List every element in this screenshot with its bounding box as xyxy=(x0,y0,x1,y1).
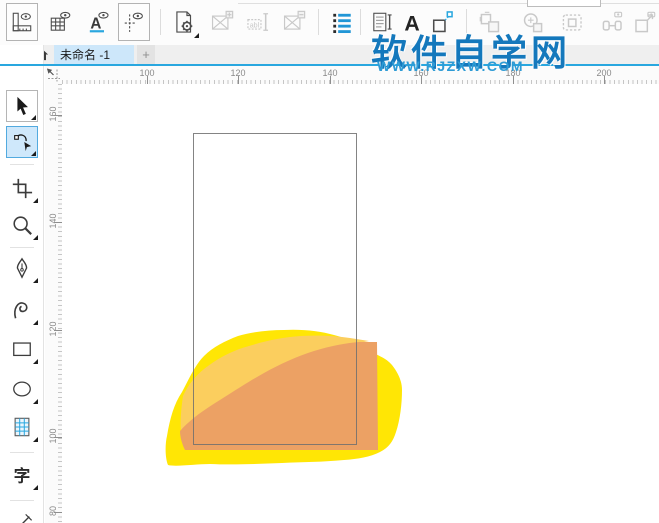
svg-text:字: 字 xyxy=(14,465,31,485)
plus-icon: + xyxy=(142,47,150,62)
toolbar-divider xyxy=(160,9,161,35)
grid-eye-icon xyxy=(50,11,71,31)
shape-node-icon xyxy=(14,134,32,152)
toolbar-divider xyxy=(360,9,361,35)
graph-paper-icon xyxy=(14,417,30,437)
ellipse-tool[interactable] xyxy=(5,373,39,405)
frame-plus-icon xyxy=(211,10,234,30)
document-options-button[interactable] xyxy=(168,5,200,39)
guideline-eye-icon xyxy=(124,12,143,32)
view-grid-toggle[interactable] xyxy=(44,5,76,39)
ruler-eye-icon xyxy=(12,12,32,32)
h-ruler-major-tick xyxy=(330,76,331,84)
view-rulers-toggle[interactable] xyxy=(6,3,38,41)
remove-frame-button xyxy=(278,5,310,39)
distribute-frames-button xyxy=(596,5,628,39)
rectangle-icon xyxy=(13,342,31,357)
crop-icon xyxy=(12,178,33,199)
h-ruler-major-tick xyxy=(421,76,422,84)
v-ruler-major-tick xyxy=(54,330,62,331)
toolbox-divider xyxy=(10,247,34,248)
pick-arrow-icon xyxy=(17,96,28,115)
h-ruler-major-tick xyxy=(513,76,514,84)
pen-tool[interactable] xyxy=(5,252,39,284)
magnifier-icon xyxy=(13,216,32,235)
rectangle-tool[interactable] xyxy=(5,333,39,365)
v-ruler-label: 100 xyxy=(48,428,58,444)
v-ruler-label: 80 xyxy=(48,506,58,517)
view-guidelines-toggle[interactable] xyxy=(118,3,150,41)
pick-tool[interactable] xyxy=(6,90,38,122)
toolbar-divider xyxy=(318,9,319,35)
frame-options-button[interactable] xyxy=(326,5,358,39)
pen-nib-icon xyxy=(16,257,28,279)
graph-paper-tool[interactable] xyxy=(5,411,39,443)
v-ruler-major-tick xyxy=(54,115,62,116)
svg-text:A: A xyxy=(90,16,101,33)
ruler-origin-icon xyxy=(47,68,60,82)
coreldraw-window: A abl A 未命名 -1 + 100 120 140 160 180 200… xyxy=(0,0,659,523)
text-frame-icon: abl xyxy=(247,13,269,31)
blue-list-icon xyxy=(333,13,351,34)
scale-frames-button xyxy=(630,5,658,39)
zoom-tool[interactable] xyxy=(5,209,39,241)
vertical-ruler-ticks xyxy=(58,84,62,523)
v-ruler-major-tick xyxy=(54,222,62,223)
watermark-url: WWW.RJZXW.COM xyxy=(377,58,525,74)
v-ruler-label: 120 xyxy=(48,321,58,337)
scale-camera-icon xyxy=(634,11,655,32)
h-ruler-major-tick xyxy=(147,76,148,84)
page-gear-icon xyxy=(176,11,193,33)
v-ruler-major-tick xyxy=(54,512,62,513)
new-document-tab-button[interactable]: + xyxy=(137,45,155,64)
v-ruler-label: 160 xyxy=(48,106,58,122)
ellipse-icon xyxy=(13,381,31,397)
crop-tool[interactable] xyxy=(5,172,39,204)
vertical-ruler[interactable]: 160 140 120 100 80 xyxy=(45,84,62,523)
v-ruler-label: 140 xyxy=(48,213,58,229)
svg-text:abl: abl xyxy=(250,21,260,29)
curve-tool[interactable] xyxy=(5,294,39,326)
drawing-canvas[interactable] xyxy=(62,84,659,523)
v-ruler-major-tick xyxy=(54,437,62,438)
text-tool[interactable]: 字 xyxy=(5,459,39,491)
toolbox-divider xyxy=(10,452,34,453)
text-tool-icon: 字 xyxy=(14,465,31,485)
view-text-frames-toggle[interactable]: A xyxy=(82,5,114,39)
artwork xyxy=(165,133,402,466)
toolbox-divider xyxy=(10,164,34,165)
horizontal-ruler-ticks xyxy=(62,80,659,84)
h-ruler-major-tick xyxy=(238,76,239,84)
shape-tool[interactable] xyxy=(6,126,38,158)
dimension-icon xyxy=(22,513,33,523)
distribute-camera-icon xyxy=(602,11,622,31)
insert-text-frame-button: abl xyxy=(242,5,274,39)
toolbox-divider xyxy=(10,500,34,501)
tab-untitled-document[interactable]: 未命名 -1 xyxy=(54,45,134,64)
insert-picture-frame-button xyxy=(206,5,238,39)
text-eye-icon: A xyxy=(89,11,109,33)
tab-label: 未命名 -1 xyxy=(60,48,111,62)
frame-minus-icon xyxy=(283,10,306,30)
dimension-tool[interactable] xyxy=(5,508,39,523)
toolbox: 字 xyxy=(0,45,44,523)
h-ruler-major-tick xyxy=(604,76,605,84)
curve-loop-icon xyxy=(14,302,28,319)
ruler-origin[interactable] xyxy=(45,66,62,84)
